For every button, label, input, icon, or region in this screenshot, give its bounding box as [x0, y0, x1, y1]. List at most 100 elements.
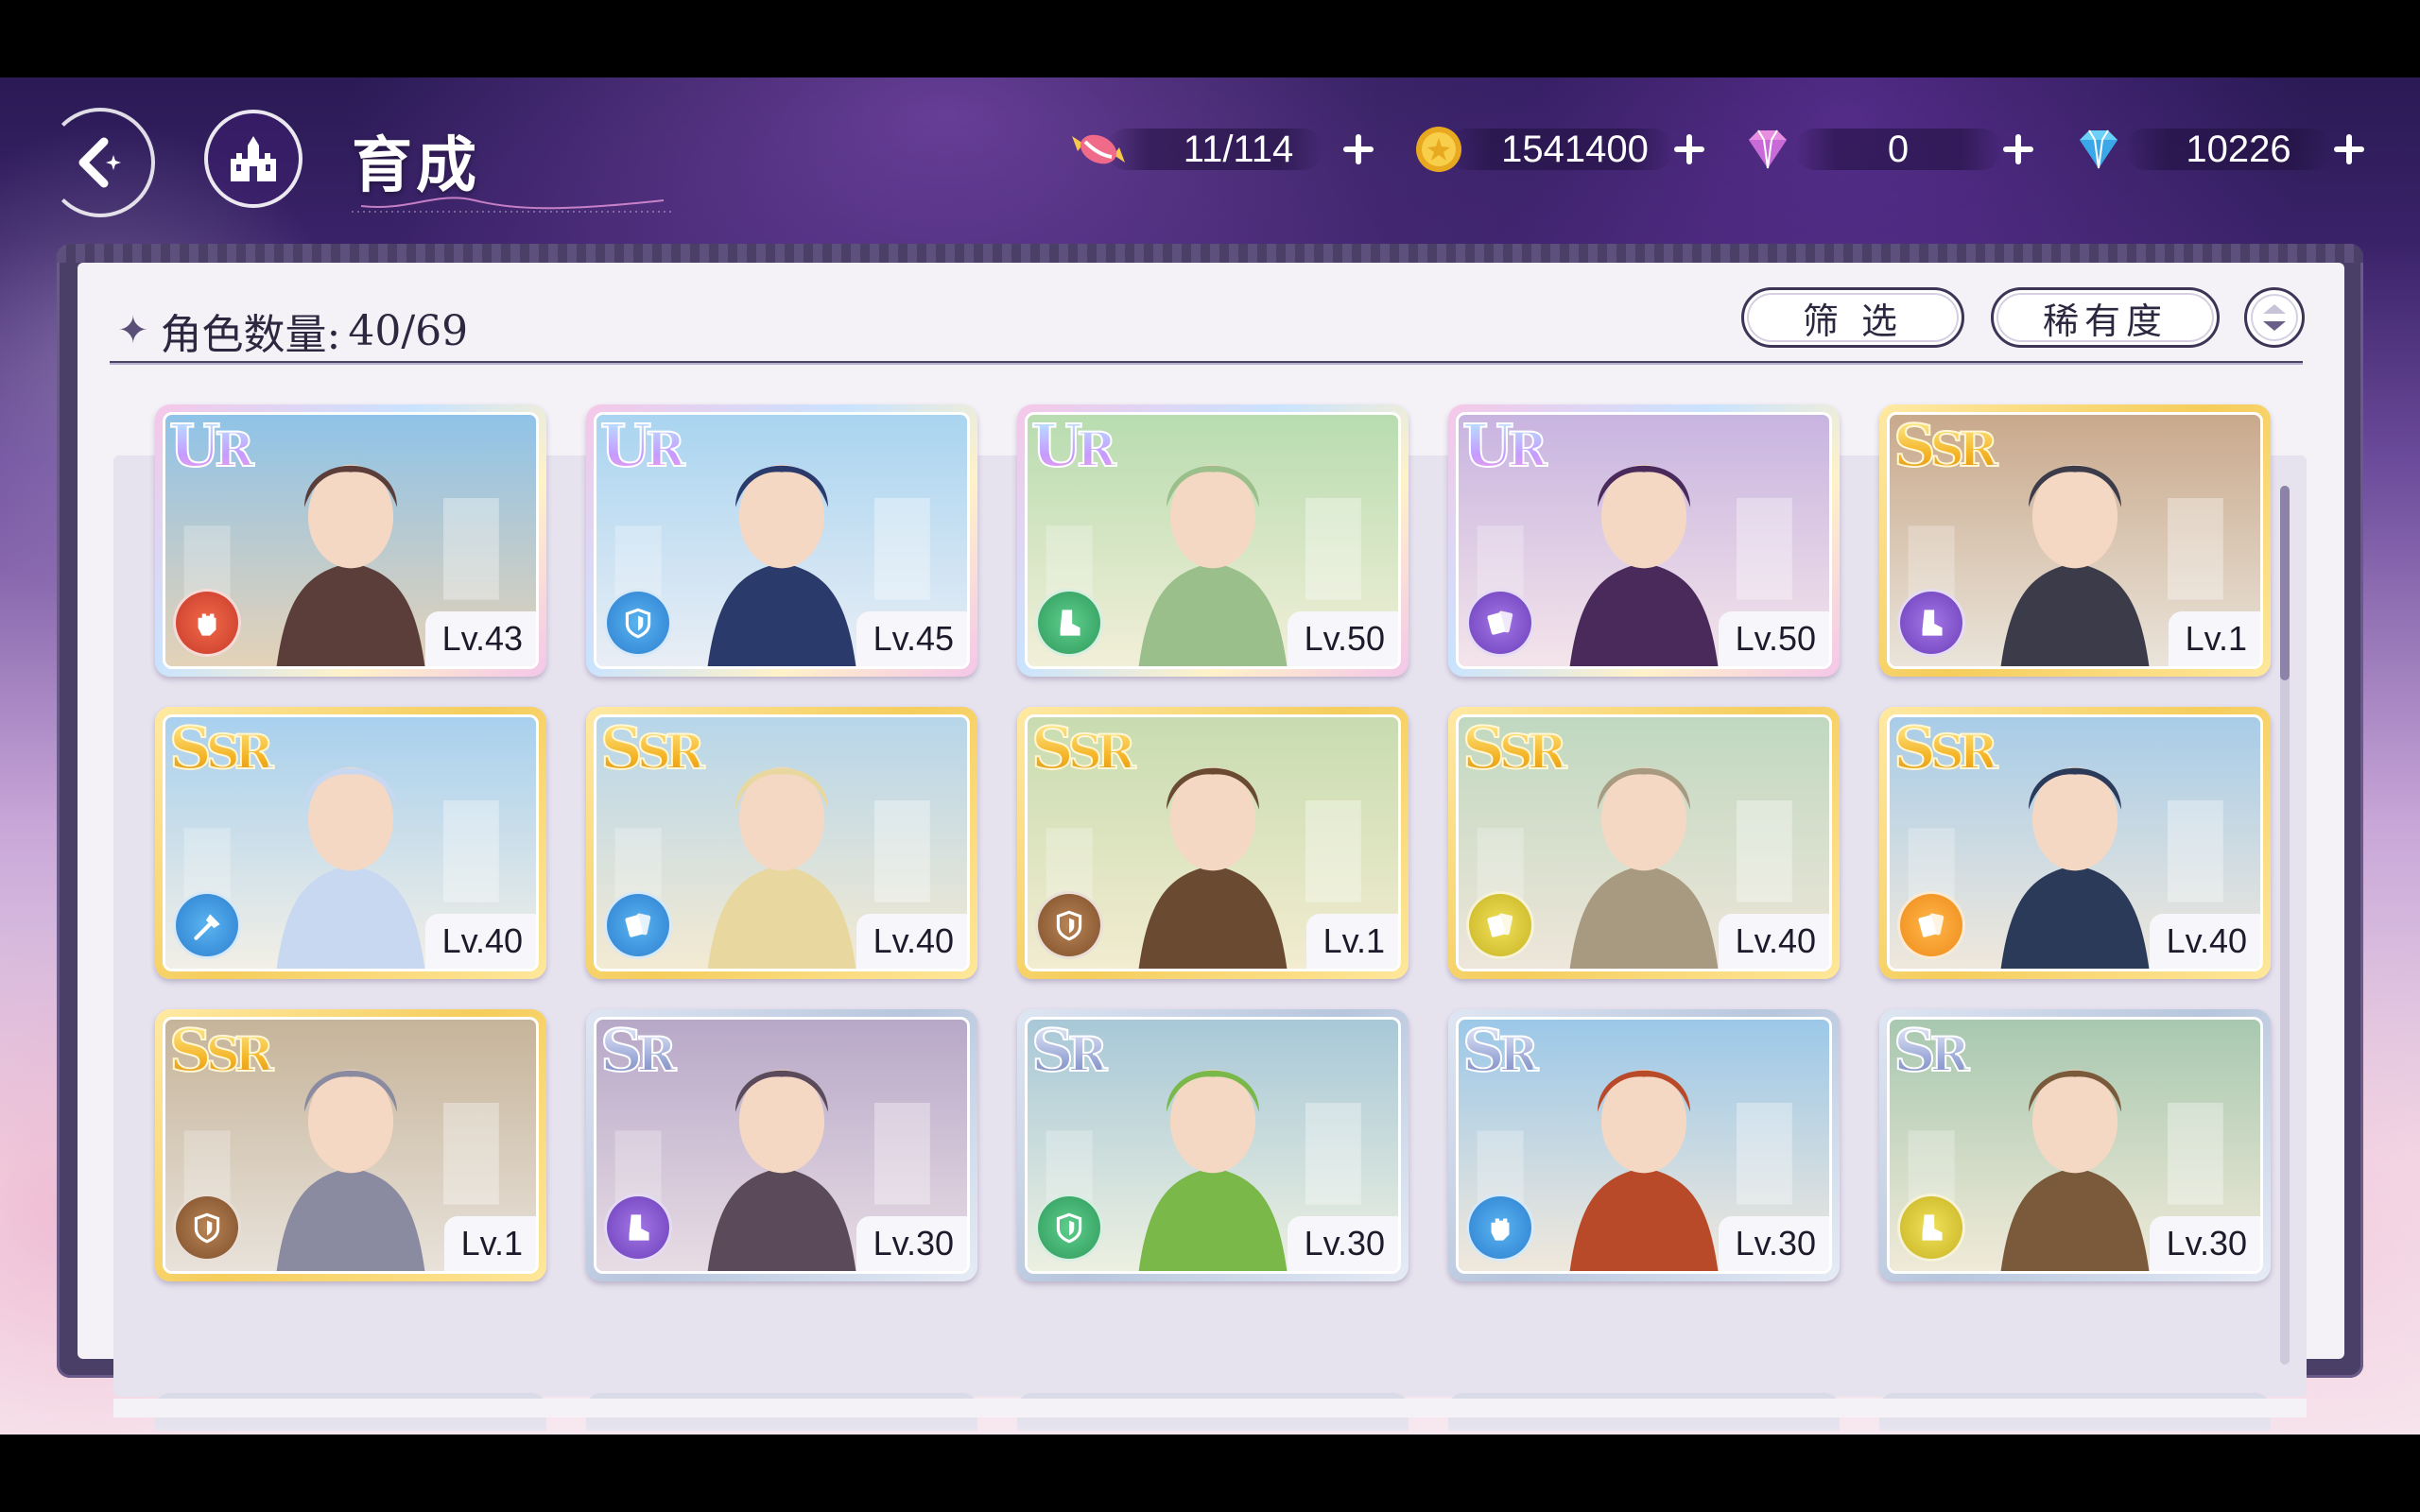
castle-icon: [231, 136, 276, 181]
character-card[interactable]: SSR Lv.40: [1448, 707, 1840, 979]
pink-gem-add-button[interactable]: [1995, 127, 2040, 172]
character-count-label: 角色数量:: [160, 311, 341, 359]
class-badge: [604, 1194, 672, 1262]
character-count: ✦ 角色数量: 40/69: [117, 301, 468, 361]
character-card[interactable]: SSR Lv.1: [155, 1009, 546, 1281]
character-level: Lv.40: [1718, 914, 1829, 969]
rarity-badge: SSR: [168, 717, 274, 785]
character-level: Lv.45: [856, 611, 967, 666]
character-card[interactable]: UR Lv.43: [155, 404, 546, 677]
resource-blue-gem: 10226: [2068, 123, 2380, 176]
class-badge: [1466, 1194, 1534, 1262]
home-button[interactable]: [204, 110, 302, 208]
rarity-badge: SR: [1461, 1020, 1539, 1088]
boot-icon: [1922, 610, 1943, 636]
boot-icon: [1922, 1214, 1943, 1241]
cards-icon: [1918, 913, 1945, 937]
class-badge: [1466, 589, 1534, 657]
character-level: Lv.43: [424, 611, 536, 666]
rarity-badge: UR: [599, 415, 686, 483]
title-flourish: [352, 197, 673, 213]
character-level: Lv.40: [856, 914, 967, 969]
blue-diamond-icon: [2080, 129, 2118, 169]
class-badge: [173, 891, 241, 959]
class-badge: [1035, 1194, 1103, 1262]
filter-button[interactable]: 筛 选: [1741, 287, 1964, 348]
pink-diamond-icon: [1749, 129, 1787, 169]
character-card[interactable]: UR Lv.45: [586, 404, 977, 677]
character-level: Lv.50: [1718, 611, 1829, 666]
class-badge: [604, 589, 672, 657]
character-level: Lv.1: [1305, 914, 1398, 969]
pink-gem-value: 0: [1887, 129, 1910, 170]
resource-candy: 11/114: [1068, 123, 1380, 176]
blue-gem-add-button[interactable]: [2325, 127, 2371, 172]
rarity-badge: UR: [1461, 415, 1548, 483]
cards-icon: [625, 913, 651, 937]
candy-add-button[interactable]: [1335, 127, 1380, 172]
sparkle-icon: ✦: [117, 309, 149, 352]
rarity-badge: SSR: [1461, 717, 1567, 785]
character-level: Lv.50: [1287, 611, 1398, 666]
character-card[interactable]: SSR Lv.1: [1879, 404, 2271, 677]
shield-icon: [1056, 910, 1082, 941]
header-divider: [110, 361, 2303, 365]
shield-icon: [194, 1212, 220, 1244]
character-level: Lv.40: [424, 914, 536, 969]
class-badge: [1897, 1194, 1965, 1262]
grid-bottom-edge: [113, 1399, 2307, 1418]
shield-icon: [1056, 1212, 1082, 1244]
class-badge: [173, 1194, 241, 1262]
staff-icon: [194, 914, 220, 940]
fist-icon: [1491, 1218, 1510, 1241]
character-card[interactable]: SSR Lv.40: [155, 707, 546, 979]
rarity-sort-button[interactable]: 稀有度: [1991, 287, 2220, 348]
rarity-badge: SSR: [1893, 415, 1998, 483]
gold-add-button[interactable]: [1666, 127, 1711, 172]
character-card[interactable]: SR Lv.30: [1448, 1009, 1840, 1281]
rarity-badge: UR: [1030, 415, 1117, 483]
character-card[interactable]: UR Lv.50: [1448, 404, 1840, 677]
class-badge: [173, 589, 241, 657]
cards-icon: [1487, 913, 1513, 937]
character-card[interactable]: SR Lv.30: [586, 1009, 977, 1281]
sort-toggle-icon: [2263, 304, 2286, 331]
character-level: Lv.1: [2168, 611, 2260, 666]
resource-pink-gem: 0: [1737, 123, 2049, 176]
grid-scrollbar[interactable]: [2280, 486, 2290, 1365]
character-card[interactable]: SSR Lv.40: [1879, 707, 2271, 979]
boot-icon: [1060, 610, 1080, 636]
rarity-badge: SR: [1030, 1020, 1108, 1088]
gold-value: 1541400: [1501, 129, 1649, 170]
character-level: Lv.30: [1287, 1216, 1398, 1271]
candy-value: 11/114: [1183, 129, 1294, 170]
candy-icon: [1072, 134, 1125, 164]
character-card[interactable]: SSR Lv.40: [586, 707, 977, 979]
shield-icon: [625, 608, 651, 639]
rarity-badge: SSR: [1030, 717, 1136, 785]
character-level: Lv.30: [856, 1216, 967, 1271]
character-card[interactable]: UR Lv.50: [1017, 404, 1409, 677]
rarity-badge: SR: [1893, 1020, 1970, 1088]
character-level: Lv.30: [2149, 1216, 2260, 1271]
class-badge: [604, 891, 672, 959]
back-arrow-icon: [78, 137, 121, 188]
character-level: Lv.30: [1718, 1216, 1829, 1271]
class-badge: [1035, 589, 1103, 657]
character-level: Lv.1: [443, 1216, 536, 1271]
sort-order-button[interactable]: [2244, 287, 2305, 348]
rarity-badge: SR: [599, 1020, 677, 1088]
class-badge: [1897, 891, 1965, 959]
cards-icon: [1487, 610, 1513, 635]
character-card[interactable]: SR Lv.30: [1017, 1009, 1409, 1281]
boot-icon: [629, 1214, 649, 1241]
scrollbar-thumb[interactable]: [2280, 486, 2290, 680]
rarity-badge: SSR: [1893, 717, 1998, 785]
class-badge: [1035, 891, 1103, 959]
character-card[interactable]: SSR Lv.1: [1017, 707, 1409, 979]
fist-icon: [198, 613, 216, 636]
class-badge: [1466, 891, 1534, 959]
character-level: Lv.40: [2149, 914, 2260, 969]
back-button[interactable]: [45, 108, 155, 217]
character-card[interactable]: SR Lv.30: [1879, 1009, 2271, 1281]
